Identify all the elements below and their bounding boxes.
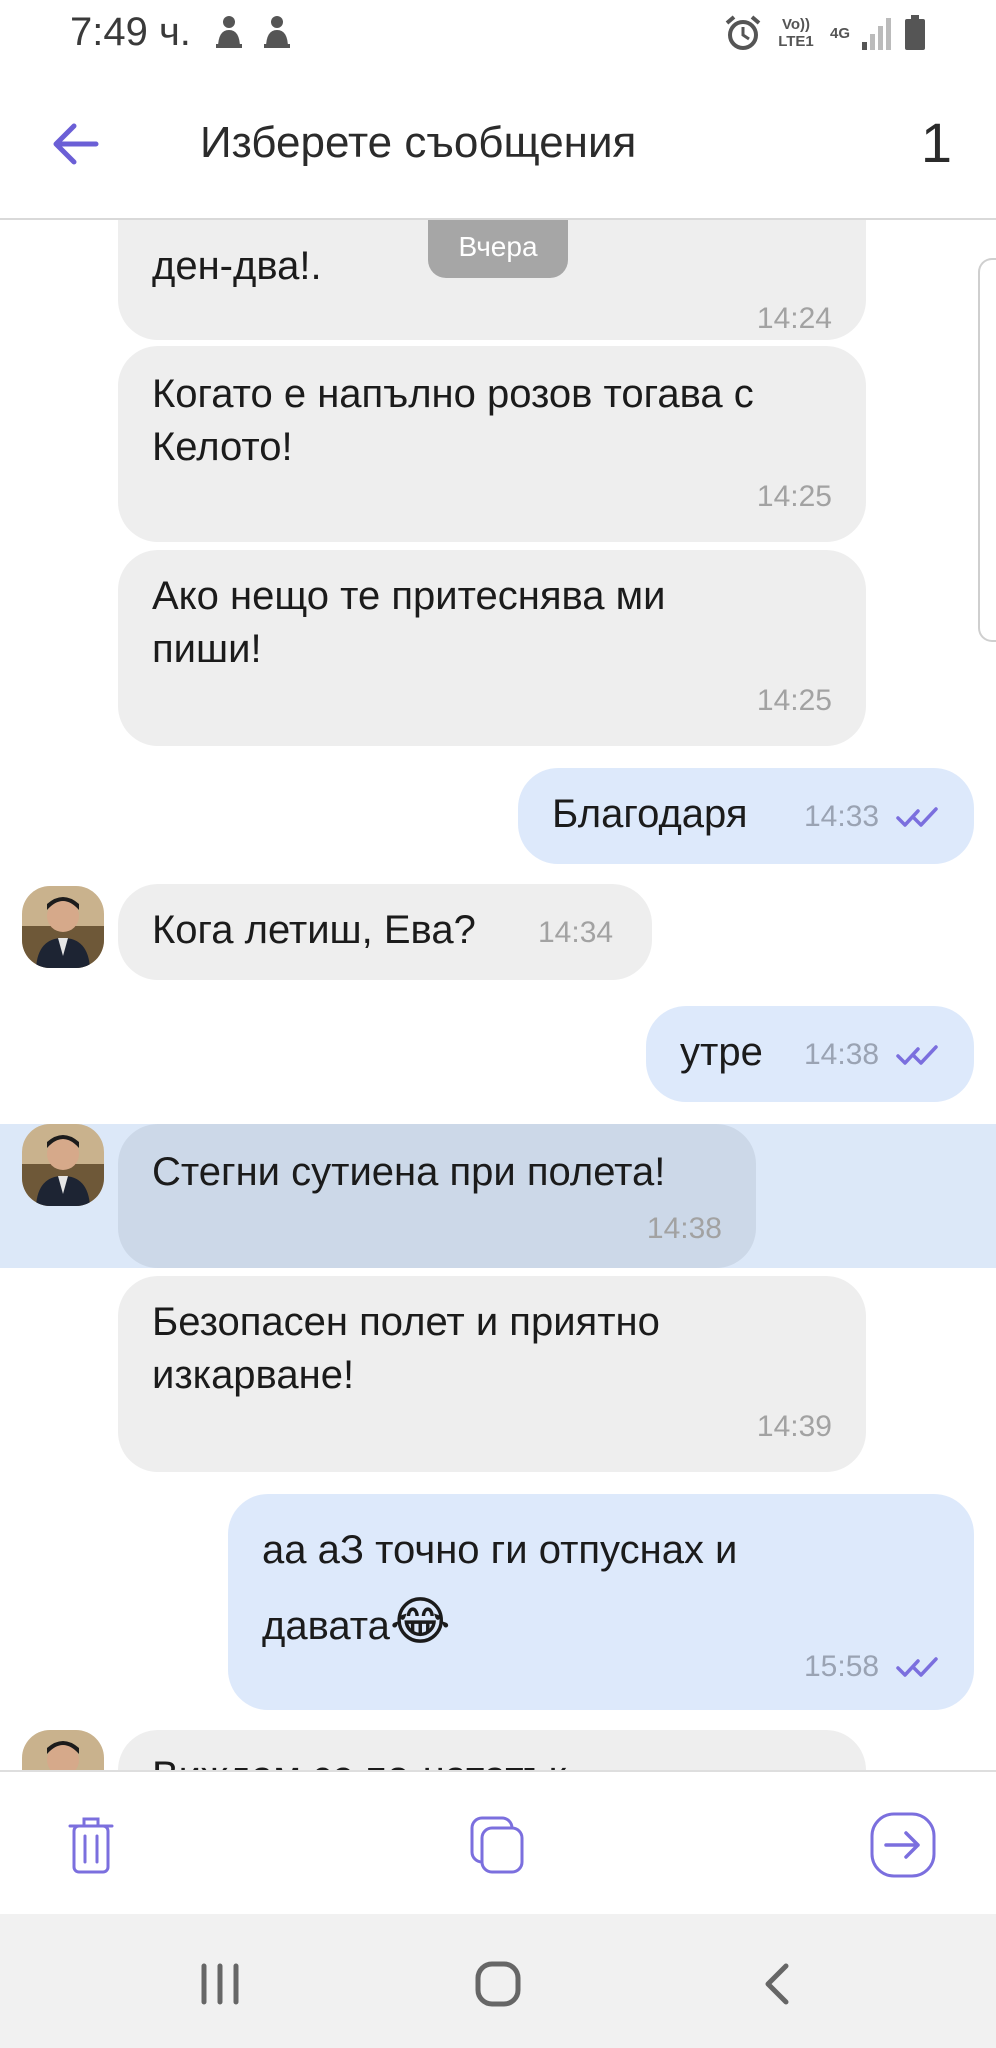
message-bubble[interactable]: Ако нещо те притеснява ми пиши! 14:25 [118,550,866,746]
message-bubble[interactable]: Когато е напълно розов тогава с Келото! … [118,346,866,542]
alarm-icon [725,15,761,50]
contact-photo [22,1730,104,1770]
message-time: 14:24 [756,302,832,335]
date-chip: Вчера [428,220,568,278]
battery-icon [905,15,925,50]
message-time: 14:38 [804,1038,880,1071]
back-arrow-icon[interactable] [48,114,108,174]
message-text: Благодаря [552,792,748,836]
notification-icon [216,16,242,48]
message-text: Безопасен полет и приятно изкарване! [152,1300,660,1397]
notification-icons [214,14,292,50]
double-check-icon [896,807,938,827]
message-text: Когато е напълно розов тогава с Келото! [152,372,754,469]
home-icon[interactable] [468,1954,528,2014]
message-bubble[interactable]: Безопасен полет и приятно изкарване! 14:… [118,1276,866,1472]
double-check-icon [896,1045,938,1065]
message-bubble[interactable]: Виждам се по-нататък... [118,1730,866,1770]
message-bubble[interactable]: утре 14:38 [646,1006,974,1102]
double-check-icon [896,1657,938,1677]
message-text: Кога летиш, Ева? [152,908,476,952]
selected-count: 1 [920,111,952,174]
trash-icon[interactable] [56,1810,126,1880]
message-text: Ако нещо те притеснява ми пиши! [152,574,666,671]
system-status-icons: Vo)) LTE1 4G [724,14,926,52]
message-text-content: аа аЗ точно ги отпуснах и давата [262,1528,738,1648]
message-time: 14:34 [538,916,614,949]
status-time: 7:49 ч. [70,10,191,54]
selection-action-bar [0,1770,996,1916]
message-time: 14:25 [756,684,832,717]
message-bubble[interactable]: Кога летиш, Ева? 14:34 [118,884,652,980]
scrollbar-thumb[interactable] [978,258,996,642]
laughing-emoji: 😂 [389,1593,451,1651]
avatar[interactable] [22,1730,104,1770]
message-time: 14:39 [756,1410,832,1443]
message-time: 14:38 [646,1212,722,1245]
avatar[interactable] [22,886,104,968]
message-text: аа аЗ точно ги отпуснах и давата😂 [262,1514,822,1662]
message-bubble[interactable]: Благодаря 14:33 [518,768,974,864]
message-time: 15:58 [804,1650,880,1683]
volte-label: Vo)) LTE1 [778,16,814,50]
message-text: Стегни сутиена при полета! [152,1150,666,1194]
message-time: 14:25 [756,480,832,513]
forward-icon[interactable] [868,1810,938,1880]
signal-icon [862,18,891,50]
copy-icon[interactable] [462,1810,532,1880]
contact-photo [22,1124,104,1206]
recent-apps-icon[interactable] [190,1954,250,2014]
system-navigation-bar [0,1914,996,2048]
message-bubble[interactable]: Стегни сутиена при полета! 14:38 [118,1124,756,1268]
status-bar: 7:49 ч. Vo)) LTE1 4G [0,0,996,70]
back-nav-icon[interactable] [748,1954,808,2014]
message-bubble[interactable]: аа аЗ точно ги отпуснах и давата😂 15:58 [228,1494,974,1710]
avatar[interactable] [22,1124,104,1206]
page-title: Изберете съобщения [200,118,637,167]
message-text: ден-два!. [152,244,322,288]
selection-header: Изберете съобщения 1 [0,70,996,220]
message-text: Виждам се по-нататък... [152,1750,599,1770]
notification-icon [264,16,290,48]
message-time: 14:33 [804,800,880,833]
message-list[interactable]: ден-два!. 14:24 Вчера Когато е напълно р… [0,220,996,1770]
message-text: утре [680,1030,763,1074]
contact-photo [22,886,104,968]
network-type-label: 4G [829,24,850,42]
